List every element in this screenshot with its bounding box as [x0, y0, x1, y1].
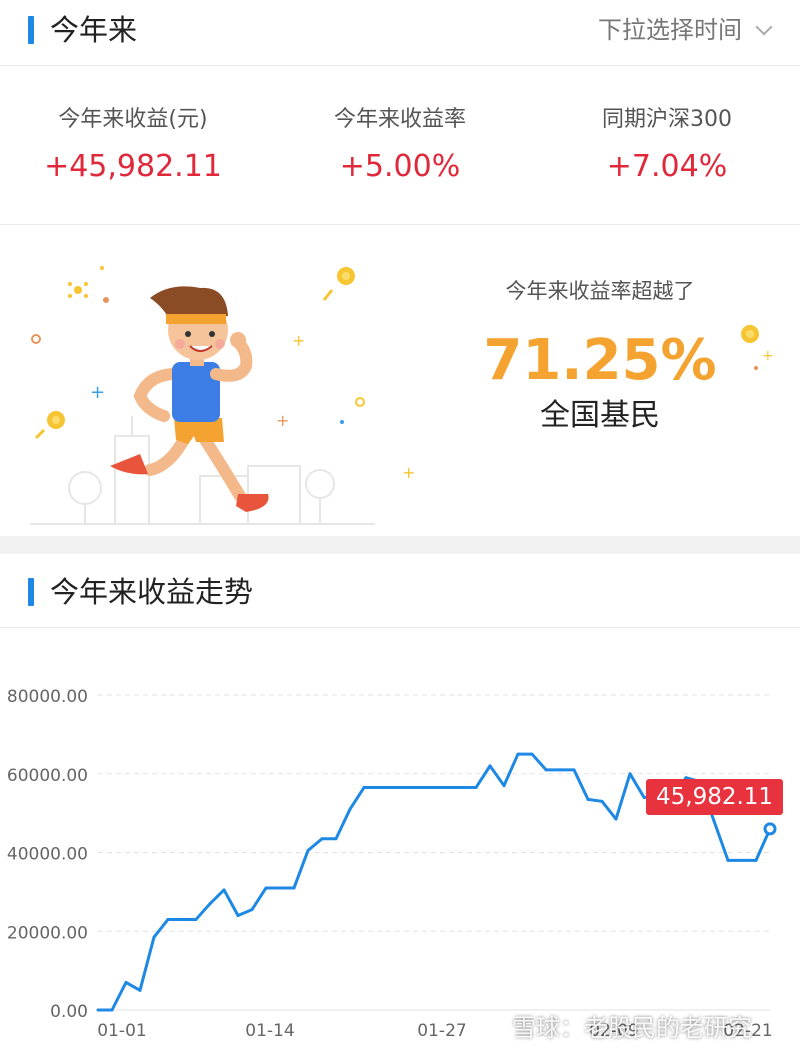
stat-value: +5.00% — [339, 149, 461, 184]
stat-ytd-return: 今年来收益率 +5.00% — [267, 105, 533, 187]
section-divider — [0, 536, 800, 554]
data-point — [600, 799, 604, 803]
x-tick-label: 01-01 — [97, 1021, 146, 1041]
data-point — [264, 886, 268, 890]
data-point — [334, 837, 338, 841]
svg-text:+: + — [402, 463, 415, 482]
ranking-percent: 71.25% — [483, 328, 717, 393]
stats-summary: 今年来收益(元) +45,982.11 今年来收益率 +5.00% 同期沪深30… — [0, 67, 800, 225]
chart-svg[interactable]: 0.00 20000.00 40000.00 60000.00 80000.00 01-0… — [0, 629, 800, 1052]
data-point — [754, 858, 758, 862]
accent-bar — [28, 578, 34, 606]
data-point — [614, 817, 618, 821]
data-point — [180, 917, 184, 921]
data-point — [558, 768, 562, 772]
data-point — [292, 886, 296, 890]
stat-ytd-profit: 今年来收益(元) +45,982.11 — [0, 105, 266, 187]
data-point — [418, 786, 422, 790]
stat-label: 今年来收益(元) — [58, 107, 208, 132]
data-point — [222, 888, 226, 892]
data-point — [740, 858, 744, 862]
watermark: 雪球：老股民的老研究 — [512, 1014, 752, 1042]
data-point — [96, 1008, 100, 1012]
svg-text:+: + — [762, 348, 774, 364]
ranking-text: 今年来收益率超越了 71.25% 全国基民 — [470, 276, 730, 436]
time-range-label: 下拉选择时间 — [598, 16, 742, 44]
data-point — [166, 917, 170, 921]
data-point — [432, 786, 436, 790]
ranking-card: + + + + + 今年来收益率超越了 71.25% 全国基民 — [0, 226, 800, 536]
y-tick-label: 40000.00 — [7, 845, 88, 865]
data-point — [488, 764, 492, 768]
svg-text:+: + — [276, 411, 289, 430]
data-point — [348, 807, 352, 811]
data-point — [572, 768, 576, 772]
data-point — [278, 886, 282, 890]
ranking-target: 全国基民 — [540, 398, 660, 433]
data-point — [460, 786, 464, 790]
ranking-caption: 今年来收益率超越了 — [505, 279, 695, 303]
data-point — [712, 819, 716, 823]
current-point-marker — [763, 822, 777, 836]
data-point — [320, 837, 324, 841]
data-point — [138, 988, 142, 992]
x-tick-label: 01-27 — [417, 1021, 466, 1041]
trend-title: 今年来收益走势 — [50, 575, 254, 609]
stat-benchmark-return: 同期沪深300 +7.04% — [534, 105, 800, 187]
data-point — [502, 784, 506, 788]
data-point — [250, 908, 254, 912]
data-point — [124, 980, 128, 984]
accent-bar — [28, 16, 34, 44]
section-header-ytd: 今年来 下拉选择时间 — [0, 0, 800, 66]
stat-value: +7.04% — [606, 149, 728, 184]
data-point — [474, 786, 478, 790]
stat-label: 同期沪深300 — [602, 107, 732, 132]
page-title: 今年来 — [50, 13, 138, 47]
data-point — [152, 935, 156, 939]
section-header-trend: 今年来收益走势 — [0, 554, 800, 628]
y-tick-label: 60000.00 — [7, 766, 88, 786]
data-point — [404, 786, 408, 790]
y-tick-label: 0.00 — [50, 1002, 88, 1022]
data-point — [544, 768, 548, 772]
data-point — [628, 772, 632, 776]
chevron-down-icon — [755, 18, 773, 36]
chart-tooltip: 45,982.11 — [646, 779, 784, 815]
data-point — [110, 1008, 114, 1012]
stat-value: +45,982.11 — [44, 149, 222, 184]
data-point — [446, 786, 450, 790]
data-point — [306, 849, 310, 853]
data-point — [236, 914, 240, 917]
data-point — [376, 786, 380, 790]
y-tick-label: 80000.00 — [7, 687, 88, 707]
data-point — [586, 797, 590, 801]
data-point — [362, 786, 366, 790]
stat-label: 今年来收益率 — [333, 107, 466, 132]
svg-text:+: + — [90, 382, 105, 403]
time-range-dropdown[interactable]: 下拉选择时间 — [598, 14, 773, 46]
data-point — [516, 752, 520, 756]
data-point — [194, 917, 198, 921]
svg-text:+: + — [292, 331, 305, 350]
profit-trend-chart[interactable]: 0.00 20000.00 40000.00 60000.00 80000.00 01-0… — [0, 629, 800, 1052]
x-tick-label: 01-14 — [245, 1021, 294, 1041]
data-point — [530, 752, 534, 756]
data-point — [726, 858, 730, 862]
data-point — [390, 786, 394, 790]
data-point — [208, 902, 212, 906]
y-tick-label: 20000.00 — [7, 923, 88, 943]
